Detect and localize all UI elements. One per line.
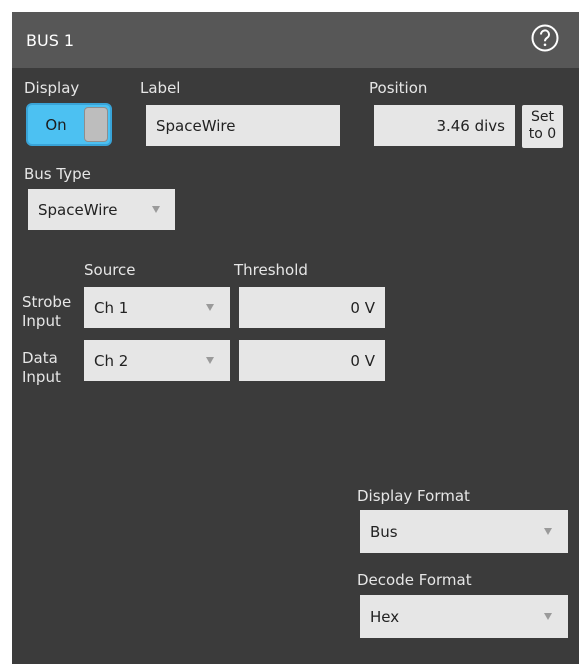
chevron-down-icon xyxy=(152,205,160,213)
chevron-down-icon xyxy=(544,612,552,620)
bus-config-panel: BUS 1 Display On Label SpaceWire Positio… xyxy=(12,12,579,664)
display-format-label: Display Format xyxy=(357,487,470,505)
strobe-source-dropdown[interactable]: Ch 1 xyxy=(84,287,230,328)
decode-format-dropdown[interactable]: Hex xyxy=(360,595,568,638)
chevron-down-icon xyxy=(544,527,552,535)
toggle-knob xyxy=(84,107,108,142)
strobe-source-value: Ch 1 xyxy=(94,298,129,317)
data-source-value: Ch 2 xyxy=(94,351,129,370)
strobe-threshold-input[interactable]: 0 V xyxy=(239,287,385,328)
source-header: Source xyxy=(84,261,136,279)
decode-format-label: Decode Format xyxy=(357,571,472,589)
data-threshold-input[interactable]: 0 V xyxy=(239,340,385,381)
strobe-input-label-line1: Strobe xyxy=(22,293,72,311)
display-format-dropdown[interactable]: Bus xyxy=(360,510,568,553)
chevron-down-icon xyxy=(206,356,214,364)
position-input[interactable]: 3.46 divs xyxy=(374,105,515,146)
display-label: Display xyxy=(24,79,80,97)
display-format-value: Bus xyxy=(370,522,398,541)
set-button-line1: Set xyxy=(531,109,554,125)
data-input-label-line2: Input xyxy=(22,368,61,386)
decode-format-value: Hex xyxy=(370,607,400,626)
display-toggle-state: On xyxy=(45,115,67,134)
set-button-line2: to 0 xyxy=(528,126,557,142)
label-input[interactable]: SpaceWire xyxy=(146,105,340,146)
title-bar: BUS 1 xyxy=(12,12,579,68)
position-label: Position xyxy=(369,79,428,97)
bus-type-value: SpaceWire xyxy=(38,200,118,219)
strobe-input-label-line2: Input xyxy=(22,312,61,330)
chevron-down-icon xyxy=(206,303,214,311)
threshold-header: Threshold xyxy=(234,261,308,279)
data-source-dropdown[interactable]: Ch 2 xyxy=(84,340,230,381)
panel-title: BUS 1 xyxy=(26,31,75,50)
display-toggle[interactable]: On xyxy=(26,103,112,146)
help-circle-icon[interactable] xyxy=(530,23,560,53)
data-input-label-line1: Data xyxy=(22,349,58,367)
bus-type-label: Bus Type xyxy=(24,165,91,183)
label-label: Label xyxy=(140,79,181,97)
set-to-zero-button[interactable]: Set to 0 xyxy=(522,105,563,148)
bus-type-dropdown[interactable]: SpaceWire xyxy=(28,189,175,230)
